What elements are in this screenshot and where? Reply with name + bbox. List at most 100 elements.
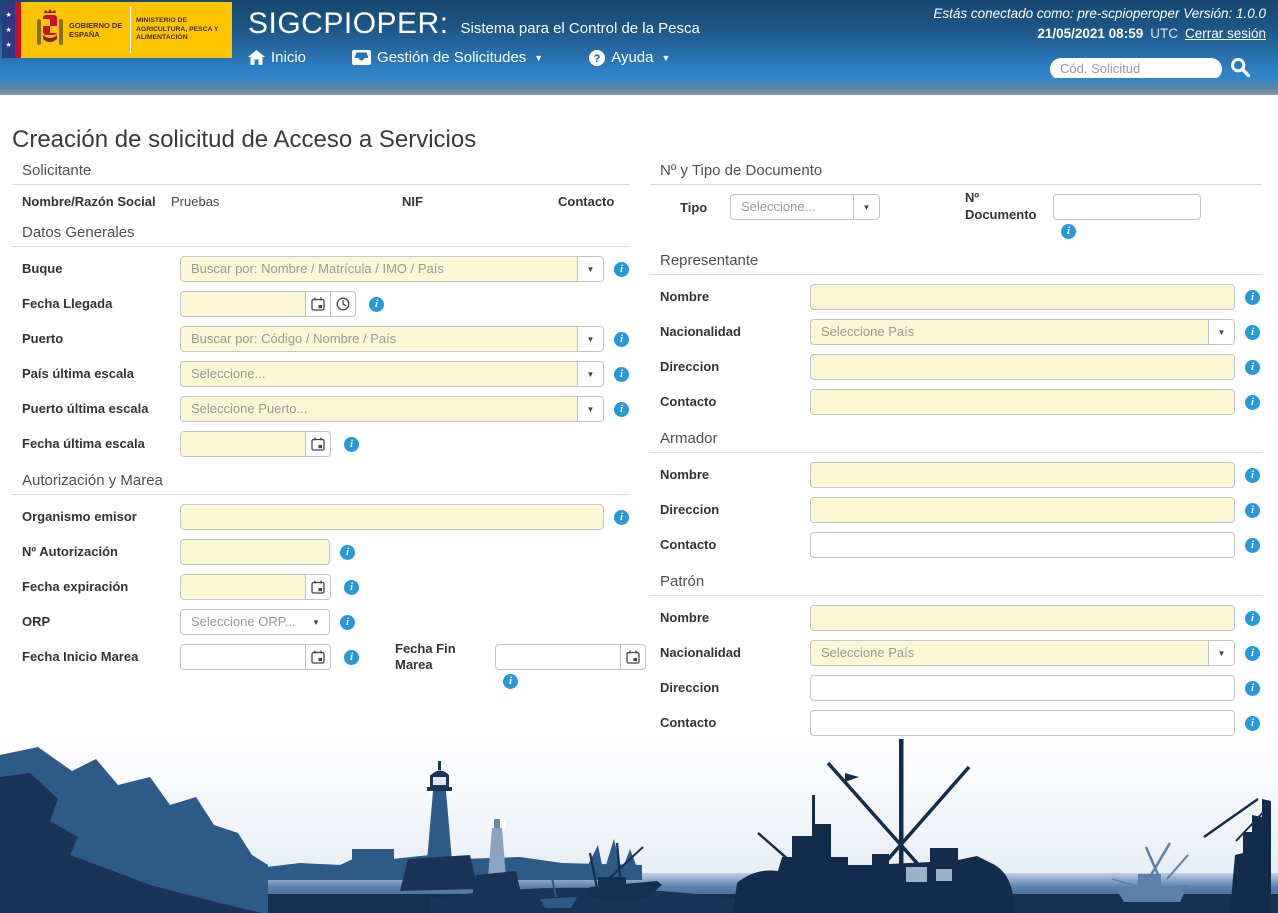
- chevron-down-icon: ▼: [534, 53, 543, 63]
- armador-nombre-input[interactable]: [810, 462, 1235, 488]
- search-area: [1050, 57, 1250, 80]
- info-icon[interactable]: i: [614, 332, 629, 347]
- info-icon[interactable]: i: [1245, 646, 1260, 661]
- organismo-emisor-input[interactable]: [180, 504, 604, 530]
- info-icon[interactable]: i: [1245, 716, 1260, 731]
- info-icon[interactable]: i: [344, 437, 359, 452]
- tipo-documento-select[interactable]: Seleccione... ▼ i: [730, 194, 880, 220]
- field-label: Puerto última escala: [22, 402, 180, 417]
- patron-nacionalidad-select[interactable]: Seleccione País ▼: [810, 640, 1235, 666]
- field-row-orp: ORP Seleccione ORP... ▼ i: [22, 609, 630, 635]
- field-label: Puerto: [22, 332, 180, 347]
- time-button[interactable]: [331, 291, 356, 317]
- help-icon: ?: [589, 50, 605, 66]
- field-label: Contacto: [660, 716, 810, 731]
- calendar-button[interactable]: [306, 644, 331, 670]
- home-icon: [248, 50, 265, 65]
- nav-item-gestion-solicitudes[interactable]: Gestión de Solicitudes ▼: [352, 49, 543, 66]
- ministerio-text: MINISTERIO DE AGRICULTURA, PESCA Y ALIME…: [136, 17, 228, 43]
- field-row-fechas-marea: Fecha Inicio Marea i Fecha Fin Marea: [22, 644, 630, 670]
- field-label: País última escala: [22, 367, 180, 382]
- num-autorizacion-input[interactable]: [180, 539, 330, 565]
- calendar-icon: [311, 437, 325, 451]
- puerto-ultima-escala-select[interactable]: Seleccione Puerto... ▼: [180, 396, 604, 422]
- field-label: Direccion: [660, 503, 810, 518]
- representante-nacionalidad-select[interactable]: Seleccione País ▼: [810, 319, 1235, 345]
- search-button[interactable]: [1230, 57, 1250, 80]
- info-icon[interactable]: i: [614, 402, 629, 417]
- calendar-icon: [311, 297, 325, 311]
- info-icon[interactable]: i: [1061, 224, 1076, 239]
- patron-direccion-input[interactable]: [810, 675, 1235, 701]
- representante-nombre-input[interactable]: [810, 284, 1235, 310]
- info-icon[interactable]: i: [614, 510, 629, 525]
- info-icon[interactable]: i: [1245, 503, 1260, 518]
- field-row-armador-direccion: Direccion i: [660, 497, 1262, 523]
- field-label: Nº Documento: [965, 190, 1053, 224]
- info-icon[interactable]: i: [1245, 681, 1260, 696]
- select-placeholder: Seleccione País: [811, 320, 1208, 344]
- orp-select[interactable]: Seleccione ORP... ▼: [180, 609, 330, 635]
- calendar-button[interactable]: [306, 574, 331, 600]
- info-icon[interactable]: i: [614, 262, 629, 277]
- buque-select[interactable]: Buscar por: Nombre / Matrícula / IMO / P…: [180, 256, 604, 282]
- info-icon[interactable]: i: [1245, 395, 1260, 410]
- patron-nombre-input[interactable]: [810, 605, 1235, 631]
- info-icon[interactable]: i: [344, 580, 359, 595]
- info-icon[interactable]: i: [1245, 611, 1260, 626]
- fecha-expiracion-input[interactable]: [180, 574, 306, 600]
- logo-divider: [130, 7, 131, 53]
- chevron-down-icon: ▼: [303, 610, 329, 634]
- select-placeholder: Seleccione...: [181, 362, 577, 386]
- field-row-representante-direccion: Direccion i: [660, 354, 1262, 380]
- session-datetime: 21/05/2021 08:59: [1037, 26, 1143, 41]
- num-documento-input[interactable]: [1053, 194, 1201, 220]
- calendar-button[interactable]: [621, 644, 646, 670]
- info-icon[interactable]: i: [340, 615, 355, 630]
- armador-contacto-input[interactable]: [810, 532, 1235, 558]
- section-patron: Patrón: [650, 573, 1262, 596]
- fecha-inicio-marea-input[interactable]: [180, 644, 306, 670]
- representante-direccion-input[interactable]: [810, 354, 1235, 380]
- armador-direccion-input[interactable]: [810, 497, 1235, 523]
- info-icon[interactable]: i: [369, 297, 384, 312]
- field-label: Fecha Inicio Marea: [22, 650, 180, 665]
- info-icon[interactable]: i: [614, 367, 629, 382]
- search-input[interactable]: [1050, 58, 1222, 80]
- info-icon[interactable]: i: [1245, 325, 1260, 340]
- ministry-logo-box: GOBIERNO DE ESPAÑA MINISTERIO DE AGRICUL…: [30, 2, 232, 58]
- info-icon[interactable]: i: [503, 674, 518, 689]
- fecha-llegada-input[interactable]: [180, 291, 306, 317]
- info-icon[interactable]: i: [1245, 290, 1260, 305]
- field-row-patron-nacionalidad: Nacionalidad Seleccione País ▼ i: [660, 640, 1262, 666]
- calendar-button[interactable]: [306, 291, 331, 317]
- puerto-select[interactable]: Buscar por: Código / Nombre / País ▼: [180, 326, 604, 352]
- representante-contacto-input[interactable]: [810, 389, 1235, 415]
- header-bottom-band: [0, 78, 1278, 95]
- fecha-fin-marea-input[interactable]: [495, 644, 621, 670]
- info-icon[interactable]: i: [1245, 538, 1260, 553]
- gobierno-espana-logo: ★ ★ ★ GOBIERNO DE ESPAÑA MINISTERIO DE A…: [2, 2, 232, 58]
- info-icon[interactable]: i: [344, 650, 359, 665]
- nav-item-ayuda[interactable]: ? Ayuda ▼: [589, 49, 670, 66]
- info-icon[interactable]: i: [1245, 360, 1260, 375]
- footer-coastal-illustration: [0, 737, 1278, 913]
- clock-icon: [336, 297, 350, 311]
- info-icon[interactable]: i: [340, 545, 355, 560]
- field-label: Contacto: [660, 395, 810, 410]
- field-row-pais-ultima-escala: País última escala Seleccione... ▼ i: [22, 361, 630, 387]
- fecha-ultima-escala-input[interactable]: [180, 431, 306, 457]
- pais-ultima-escala-select[interactable]: Seleccione... ▼: [180, 361, 604, 387]
- field-row-fecha-expiracion: Fecha expiración i: [22, 574, 630, 600]
- logout-link[interactable]: Cerrar sesión: [1185, 26, 1266, 41]
- select-placeholder: Buscar por: Nombre / Matrícula / IMO / P…: [181, 257, 577, 281]
- section-solicitante: Solicitante: [12, 162, 630, 185]
- field-row-tipo-documento: Tipo Seleccione... ▼ i Nº Documento i: [660, 194, 1262, 220]
- patron-contacto-input[interactable]: [810, 710, 1235, 736]
- calendar-button[interactable]: [306, 431, 331, 457]
- section-documento: Nº y Tipo de Documento: [650, 162, 1262, 185]
- nav-item-inicio[interactable]: Inicio: [248, 49, 306, 66]
- info-icon[interactable]: i: [1245, 468, 1260, 483]
- field-label: Nombre/Razón Social: [22, 194, 171, 209]
- main-nav: Inicio Gestión de Solicitudes ▼ ? Ayuda …: [248, 49, 670, 66]
